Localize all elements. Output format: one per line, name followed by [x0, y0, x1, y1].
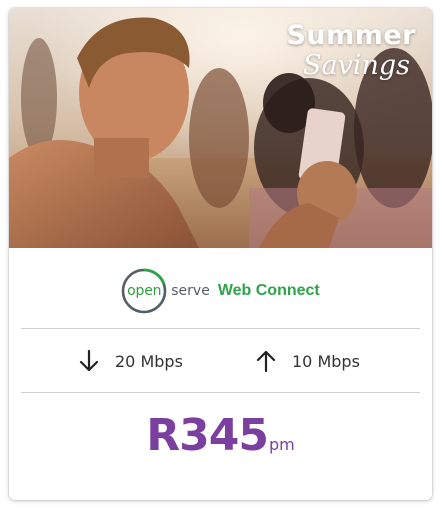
promo-title: Summer Savings: [286, 20, 416, 81]
download-speed: 20 Mbps: [79, 329, 183, 393]
product-card[interactable]: Summer Savings open serve Web Connect 20…: [9, 8, 432, 500]
promo-title-line2: Savings: [302, 50, 410, 81]
price: R345 pm: [9, 410, 432, 490]
arrow-up-icon: [256, 350, 276, 372]
divider-bottom: [21, 392, 420, 393]
upload-speed: 10 Mbps: [256, 329, 360, 393]
upload-speed-label: 10 Mbps: [292, 351, 360, 371]
promo-title-line1: Summer: [286, 20, 416, 51]
hero-image: Summer Savings: [9, 8, 432, 248]
speed-row: 20 Mbps 10 Mbps: [9, 329, 432, 393]
brand-row: open serve Web Connect: [9, 263, 432, 319]
arrow-down-icon: [79, 350, 99, 372]
logo-word-open: open: [127, 283, 162, 299]
price-period: pm: [268, 435, 295, 454]
logo-word-serve: serve: [171, 283, 210, 299]
product-name: Web Connect: [217, 282, 320, 299]
openserve-logo: open: [121, 268, 167, 314]
price-amount: R345: [146, 410, 269, 461]
download-speed-label: 20 Mbps: [115, 351, 183, 371]
